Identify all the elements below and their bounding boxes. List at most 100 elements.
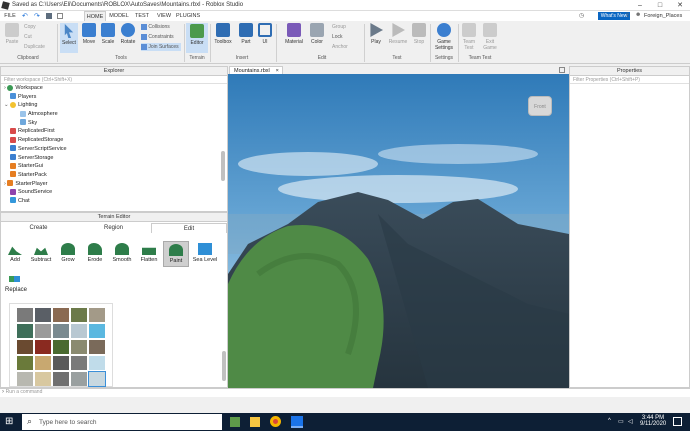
minecraft-app-icon[interactable] <box>230 417 240 427</box>
terrain-editor-button[interactable]: Editor <box>186 23 208 53</box>
material-swatch[interactable] <box>35 308 51 322</box>
resume-button[interactable]: Resume <box>387 23 409 45</box>
file-menu[interactable]: FILE <box>2 11 18 21</box>
material-swatch[interactable] <box>17 308 33 322</box>
roblox-studio-taskbar-icon[interactable] <box>291 416 303 428</box>
material-swatch[interactable] <box>35 356 51 370</box>
subtract-tool[interactable]: Subtract <box>28 243 54 263</box>
part-button[interactable]: Part <box>237 23 255 45</box>
sea-level-tool[interactable]: Sea Level <box>190 243 220 263</box>
material-swatch[interactable] <box>89 324 105 338</box>
copy-button[interactable]: Copy <box>24 23 36 31</box>
task-view-icon[interactable] <box>208 417 217 426</box>
tree-item[interactable]: ServerScriptService <box>4 145 227 154</box>
grow-tool[interactable]: Grow <box>55 243 81 263</box>
close-icon[interactable]: ✕ <box>670 0 690 11</box>
tree-item[interactable]: Chat <box>4 197 227 206</box>
flatten-tool[interactable]: Flatten <box>136 243 162 263</box>
username[interactable]: Foreign_Places <box>644 13 682 19</box>
tree-item[interactable]: ReplicatedStorage <box>4 136 227 145</box>
ui-button[interactable]: UI <box>258 23 272 45</box>
tree-item[interactable]: StarterGui <box>4 162 227 171</box>
material-swatch[interactable] <box>71 356 87 370</box>
smooth-tool[interactable]: Smooth <box>109 243 135 263</box>
play-button[interactable]: Play <box>368 23 384 45</box>
lock-button[interactable]: Lock <box>332 33 343 41</box>
material-swatch[interactable] <box>53 372 69 386</box>
team-test-button[interactable]: Team Test <box>460 23 478 51</box>
constraints-toggle[interactable]: Constraints <box>141 33 174 41</box>
user-icon[interactable]: ☻ <box>635 12 641 18</box>
tab-plugins[interactable]: PLUGINS <box>176 11 200 21</box>
erode-tool[interactable]: Erode <box>82 243 108 263</box>
tree-item[interactable]: ReplicatedFirst <box>4 127 227 136</box>
game-settings-button[interactable]: Game Settings <box>432 23 456 51</box>
material-swatch[interactable] <box>17 324 33 338</box>
material-swatch[interactable] <box>17 340 33 354</box>
properties-filter-input[interactable]: Filter Properties (Ctrl+Shift+P) <box>570 76 689 84</box>
cut-button[interactable]: Cut <box>24 33 32 41</box>
scale-button[interactable]: Scale <box>99 23 117 45</box>
color-button[interactable]: Color <box>308 23 326 45</box>
chrome-icon[interactable] <box>270 416 281 427</box>
tab-edit[interactable]: Edit <box>151 223 227 233</box>
group-button[interactable]: Group <box>332 23 346 31</box>
tree-item[interactable]: › StarterPlayer <box>4 180 227 189</box>
tree-item[interactable]: Players <box>4 93 227 102</box>
3d-viewport[interactable]: Front <box>228 74 569 388</box>
tab-create[interactable]: Create <box>1 223 76 233</box>
exit-game-button[interactable]: Exit Game <box>481 23 499 51</box>
minimize-icon[interactable]: – <box>630 0 650 11</box>
add-tool[interactable]: Add <box>2 243 28 263</box>
command-input[interactable]: Run a command <box>6 389 43 395</box>
material-swatch[interactable] <box>89 356 105 370</box>
select-button[interactable]: Select <box>60 23 78 53</box>
tab-model[interactable]: MODEL <box>109 11 129 21</box>
material-swatch[interactable] <box>35 324 51 338</box>
network-icon[interactable]: ▭ <box>618 418 624 425</box>
save-icon[interactable] <box>46 13 52 19</box>
terrain-scrollbar[interactable] <box>222 351 226 381</box>
notifications-icon[interactable] <box>673 417 682 426</box>
tree-item[interactable]: › Workspace <box>4 84 227 93</box>
replace-icon[interactable] <box>9 270 21 282</box>
material-swatch[interactable] <box>35 340 51 354</box>
duplicate-button[interactable]: Duplicate <box>24 43 45 51</box>
material-swatch[interactable] <box>53 324 69 338</box>
tab-region[interactable]: Region <box>76 223 151 233</box>
material-swatch[interactable] <box>88 371 106 387</box>
rotate-button[interactable]: Rotate <box>118 23 138 45</box>
explorer-scrollbar[interactable] <box>221 151 225 181</box>
material-swatch[interactable] <box>53 308 69 322</box>
undo-icon[interactable]: ↶ <box>22 12 28 20</box>
join-surfaces-toggle[interactable]: Join Surfaces <box>141 43 181 51</box>
tree-item[interactable]: ⌄ Lighting <box>4 101 227 110</box>
material-button[interactable]: Material <box>282 23 306 45</box>
taskbar-search[interactable]: ⌕ Type here to search <box>22 414 222 430</box>
tree-item[interactable]: SoundService <box>4 188 227 197</box>
tree-item[interactable]: ServerStorage <box>4 154 227 163</box>
tree-item[interactable]: StarterPack <box>4 171 227 180</box>
material-swatch[interactable] <box>89 308 105 322</box>
view-icon[interactable] <box>57 13 63 19</box>
restore-view-icon[interactable] <box>559 67 565 73</box>
stop-button[interactable]: Stop <box>411 23 427 45</box>
view-cube[interactable]: Front <box>528 96 552 116</box>
material-swatch[interactable] <box>17 372 33 386</box>
collisions-toggle[interactable]: Collisions <box>141 23 170 31</box>
paste-button[interactable]: Paste <box>4 23 20 45</box>
volume-icon[interactable]: ◁ <box>628 418 633 425</box>
material-swatch[interactable] <box>53 340 69 354</box>
material-swatch[interactable] <box>71 324 87 338</box>
material-swatch[interactable] <box>53 356 69 370</box>
clock[interactable]: 3:44 PM 9/11/2020 <box>640 415 666 427</box>
material-swatch[interactable] <box>71 308 87 322</box>
tab-home[interactable]: HOME <box>84 11 106 21</box>
material-swatch[interactable] <box>89 340 105 354</box>
material-swatch[interactable] <box>35 372 51 386</box>
material-swatch[interactable] <box>71 372 87 386</box>
tree-item[interactable]: Sky <box>4 119 227 128</box>
share-icon[interactable]: ⇪ <box>625 12 630 19</box>
paint-tool[interactable]: Paint <box>163 241 189 267</box>
notification-icon[interactable]: ◷ <box>579 12 584 19</box>
